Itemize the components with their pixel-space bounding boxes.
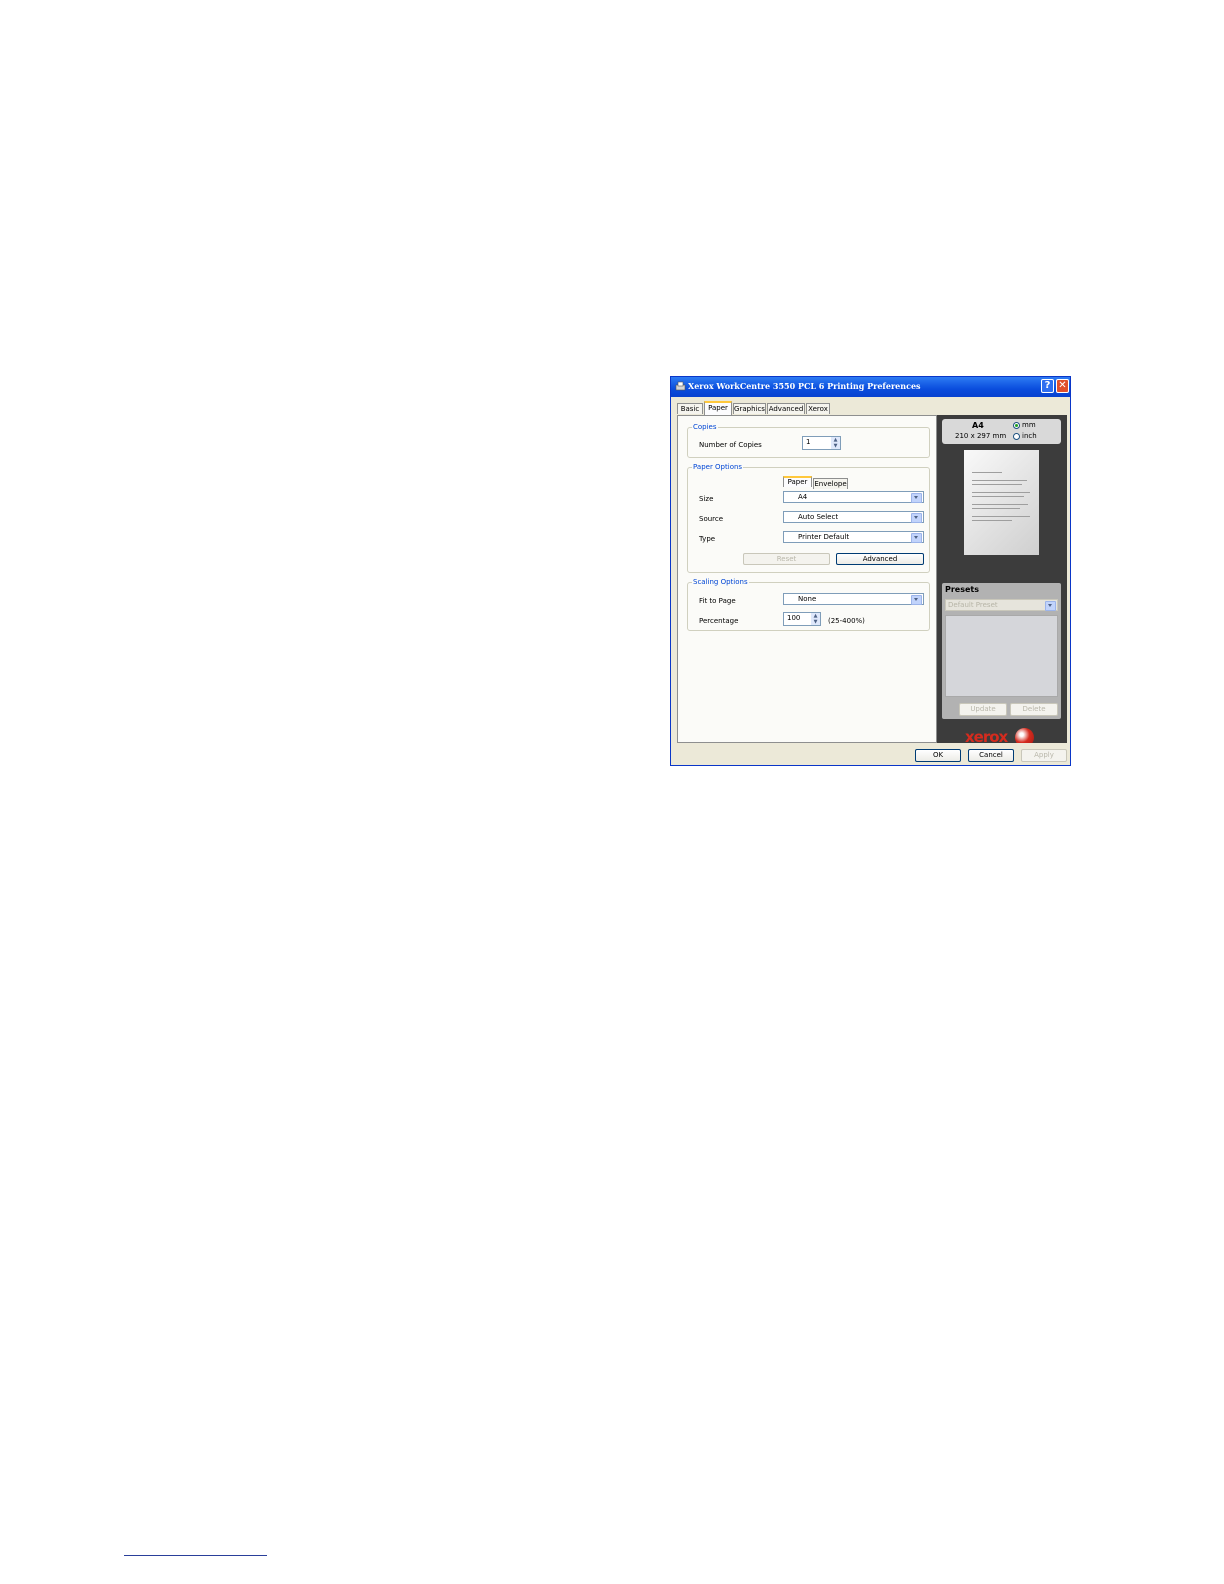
title-bar[interactable]: Xerox WorkCentre 3550 PCL 6 Printing Pre…: [671, 377, 1070, 397]
reset-button[interactable]: Reset: [743, 553, 830, 565]
size-label: Size: [699, 495, 714, 503]
ok-button[interactable]: OK: [915, 749, 961, 762]
scaling-options-group-title: Scaling Options: [692, 578, 749, 586]
apply-button[interactable]: Apply: [1021, 749, 1067, 762]
xerox-logo-text: xerox: [965, 728, 1008, 743]
tab-graphics[interactable]: Graphics: [733, 403, 766, 414]
window-title: Xerox WorkCentre 3550 PCL 6 Printing Pre…: [688, 381, 921, 391]
printer-icon: [675, 381, 686, 391]
presets-list[interactable]: [945, 615, 1058, 697]
chevron-down-icon: [911, 513, 922, 523]
fit-to-page-select[interactable]: None: [783, 593, 924, 605]
unit-mm-radio[interactable]: [1013, 422, 1020, 429]
advanced-button[interactable]: Advanced: [836, 553, 924, 565]
subtab-envelope[interactable]: Envelope: [813, 478, 848, 489]
xerox-sphere-icon: [1015, 728, 1034, 743]
source-label: Source: [699, 515, 724, 523]
chevron-down-icon: [1045, 601, 1056, 611]
cancel-button[interactable]: Cancel: [968, 749, 1014, 762]
tab-xerox[interactable]: Xerox: [806, 403, 830, 414]
preview-panel: A4 210 x 297 mm mm inch Presets Default …: [937, 415, 1067, 743]
percentage-value: 100: [787, 614, 801, 622]
paper-options-group: Paper Options Paper Envelope Size A4 Sou…: [687, 463, 930, 573]
type-select[interactable]: Printer Default: [783, 531, 924, 543]
chevron-down-icon: [911, 533, 922, 543]
percentage-range: (25-400%): [828, 617, 865, 625]
source-select[interactable]: Auto Select: [783, 511, 924, 523]
spinner-buttons: ▲ ▼: [811, 613, 820, 625]
tab-advanced[interactable]: Advanced: [767, 403, 805, 414]
printing-preferences-dialog: Xerox WorkCentre 3550 PCL 6 Printing Pre…: [670, 376, 1071, 766]
chevron-down-icon: [911, 493, 922, 503]
unit-inch-radio[interactable]: [1013, 433, 1020, 440]
page-preview-image: [964, 450, 1039, 555]
spinner-buttons: ▲ ▼: [831, 437, 840, 449]
scaling-options-group: Scaling Options Fit to Page None Percent…: [687, 578, 930, 631]
xerox-logo: xerox: [965, 727, 1035, 743]
update-preset-button[interactable]: Update: [959, 703, 1007, 716]
type-value: Printer Default: [798, 533, 850, 541]
tab-paper[interactable]: Paper: [704, 401, 732, 415]
presets-selected-value: Default Preset: [948, 601, 998, 609]
presets-panel: Presets Default Preset Update Delete: [942, 583, 1061, 719]
delete-preset-button[interactable]: Delete: [1010, 703, 1058, 716]
paper-size-info: A4 210 x 297 mm mm inch: [942, 419, 1061, 444]
type-label: Type: [699, 535, 716, 543]
source-value: Auto Select: [798, 513, 839, 521]
paper-dimensions: 210 x 297 mm: [955, 432, 1007, 440]
unit-mm-label: mm: [1022, 421, 1036, 429]
unit-inch-label: inch: [1022, 432, 1037, 440]
percentage-label: Percentage: [699, 617, 739, 625]
fit-to-page-value: None: [798, 595, 817, 603]
number-of-copies-label: Number of Copies: [699, 441, 762, 449]
copies-group: Copies Number of Copies 1 ▲ ▼: [687, 423, 930, 458]
size-select[interactable]: A4: [783, 491, 924, 503]
paper-options-group-title: Paper Options: [692, 463, 744, 471]
subtab-paper[interactable]: Paper: [783, 476, 812, 487]
fit-to-page-label: Fit to Page: [699, 597, 736, 605]
number-of-copies-spinner[interactable]: 1 ▲ ▼: [802, 436, 841, 450]
percentage-spinner[interactable]: 100 ▲ ▼: [783, 612, 821, 626]
paper-size-name: A4: [972, 421, 984, 430]
tab-basic[interactable]: Basic: [677, 403, 703, 414]
chevron-down-icon: [911, 595, 922, 605]
spin-down-arrow-icon[interactable]: ▼: [811, 619, 820, 625]
paper-tab-content: Copies Number of Copies 1 ▲ ▼ Paper Opti…: [677, 415, 937, 743]
footnote-separator: [124, 1555, 267, 1556]
size-value: A4: [798, 493, 808, 501]
number-of-copies-value: 1: [806, 438, 811, 446]
copies-group-title: Copies: [692, 423, 718, 431]
help-button[interactable]: ?: [1041, 379, 1054, 393]
presets-title: Presets: [945, 585, 980, 594]
presets-select[interactable]: Default Preset: [945, 599, 1058, 611]
spin-down-arrow-icon[interactable]: ▼: [831, 443, 840, 449]
close-button[interactable]: ✕: [1056, 379, 1069, 393]
